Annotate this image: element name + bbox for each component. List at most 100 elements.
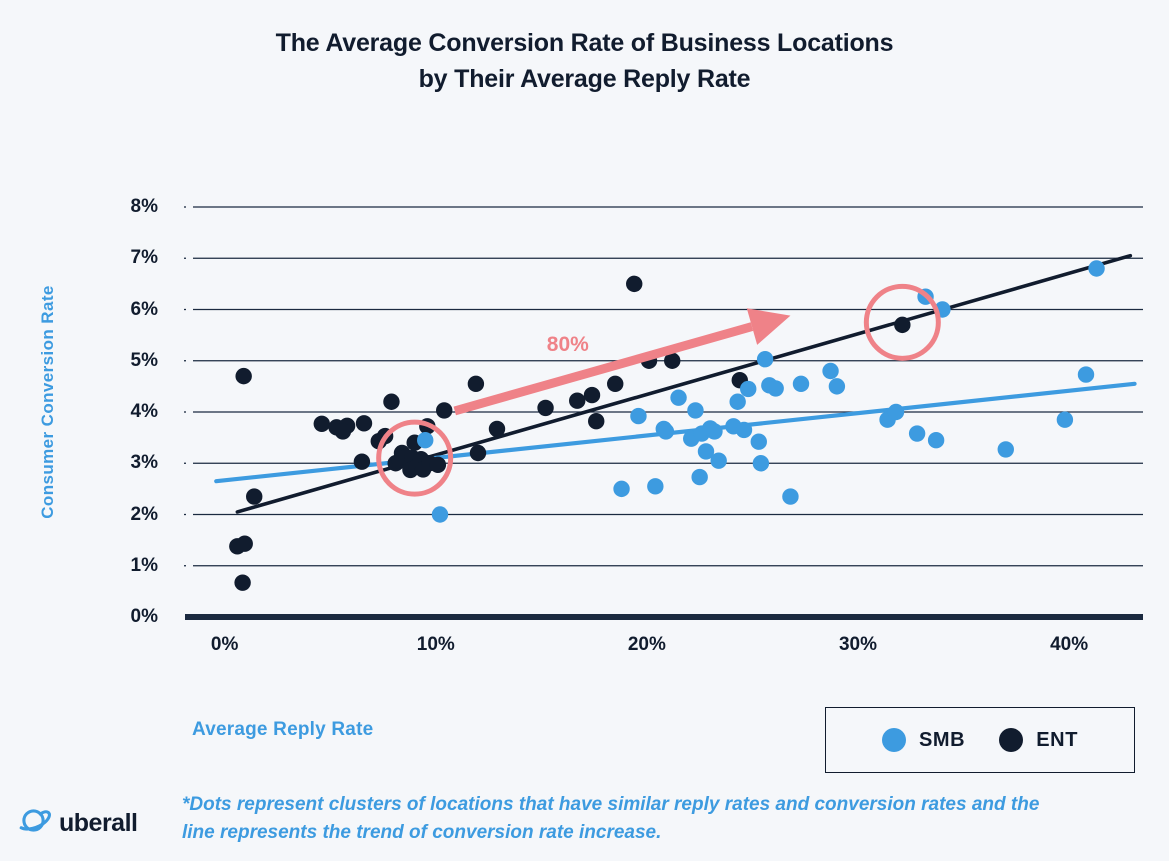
data-point <box>235 367 252 385</box>
data-point <box>402 461 419 479</box>
y-tick-label: 1% <box>130 554 158 576</box>
data-point <box>414 461 432 478</box>
data-point <box>429 456 447 473</box>
data-point <box>313 415 330 432</box>
data-point <box>710 452 727 469</box>
legend-item-smb[interactable]: SMB <box>881 728 966 752</box>
data-point <box>421 455 438 472</box>
brand-name: uberall <box>59 809 138 837</box>
data-point <box>997 441 1014 458</box>
data-point <box>229 538 246 555</box>
data-point <box>670 389 687 406</box>
ent-circle-icon <box>999 728 1024 752</box>
chart-legend: SMB ENT <box>825 707 1135 773</box>
page-title: The Average Conversion Rate of Business … <box>0 26 1169 97</box>
x-tick-label: 40% <box>1050 634 1089 655</box>
data-point <box>706 423 723 440</box>
data-point <box>376 427 394 445</box>
data-point <box>236 535 253 552</box>
data-point <box>569 392 586 409</box>
y-tick-label: 3% <box>130 452 158 474</box>
data-point <box>917 288 934 305</box>
series-smb <box>417 260 1105 523</box>
data-point <box>588 413 605 430</box>
data-point <box>740 380 757 398</box>
data-point <box>630 407 647 425</box>
data-point <box>408 458 425 476</box>
data-point <box>419 418 436 435</box>
y-tick-label: 7% <box>130 247 158 269</box>
data-point <box>908 425 926 442</box>
data-point <box>383 393 400 410</box>
y-tick-label: 2% <box>130 503 158 525</box>
chart-page: The Average Conversion Rate of Business … <box>0 0 1169 861</box>
data-point <box>756 351 774 368</box>
y-axis-title: Consumer Conversion Rate <box>38 285 57 519</box>
brand-logo: uberall <box>18 806 138 841</box>
series-ent <box>229 275 911 591</box>
data-point <box>234 574 251 591</box>
data-point <box>879 411 896 428</box>
data-point <box>391 452 409 469</box>
data-point <box>469 444 487 462</box>
data-point <box>387 455 404 472</box>
data-point <box>431 506 449 523</box>
legend-label-ent: ENT <box>1036 728 1079 751</box>
growth-arrow-head <box>746 308 791 345</box>
data-point <box>1077 366 1095 383</box>
data-point <box>467 375 485 393</box>
data-point <box>729 393 746 410</box>
data-point <box>417 431 434 449</box>
legend-label-smb: SMB <box>918 728 966 751</box>
data-point <box>934 301 951 318</box>
data-point <box>752 455 770 472</box>
data-point <box>657 423 675 440</box>
data-point <box>412 450 430 468</box>
title-line-1: The Average Conversion Rate of Business … <box>275 29 894 57</box>
data-point <box>687 402 704 419</box>
data-point <box>583 386 601 404</box>
y-tick-label: 6% <box>130 298 158 320</box>
data-point <box>828 378 846 395</box>
x-axis-title: Average Reply Rate <box>192 719 374 740</box>
legend-item-ent[interactable]: ENT <box>999 728 1078 752</box>
data-point <box>370 433 387 450</box>
data-point <box>328 419 345 436</box>
data-point <box>767 380 784 397</box>
data-point <box>406 434 423 451</box>
smb-circle-icon <box>881 728 906 752</box>
data-point <box>725 418 742 435</box>
data-point <box>404 449 421 467</box>
data-point <box>537 399 554 417</box>
trendline <box>235 253 1133 514</box>
data-point <box>894 316 911 334</box>
planet-ring-icon <box>18 806 52 841</box>
data-point <box>334 423 352 440</box>
data-point <box>436 402 453 419</box>
data-point <box>887 403 905 421</box>
data-point <box>702 420 719 437</box>
x-tick-label: 10% <box>416 634 455 655</box>
data-point <box>613 480 630 498</box>
data-point <box>246 488 263 505</box>
data-point <box>683 430 700 447</box>
data-point <box>353 453 371 470</box>
data-point <box>647 478 664 495</box>
data-point <box>782 488 799 505</box>
data-point <box>927 431 945 449</box>
growth-arrow-label: 80% <box>546 332 589 356</box>
data-point <box>750 433 767 450</box>
ent-cluster-highlight <box>376 419 454 497</box>
data-point <box>488 420 506 438</box>
data-point <box>607 375 624 393</box>
data-point <box>697 443 715 460</box>
y-tick-label: 8% <box>130 196 158 217</box>
data-point <box>691 468 708 486</box>
data-point <box>655 420 672 438</box>
x-tick-label: 0% <box>210 634 239 655</box>
data-point <box>664 352 681 369</box>
y-tick-label: 0% <box>130 606 158 627</box>
data-point <box>626 275 643 293</box>
data-point <box>398 448 415 466</box>
y-tick-label: 4% <box>130 401 158 422</box>
